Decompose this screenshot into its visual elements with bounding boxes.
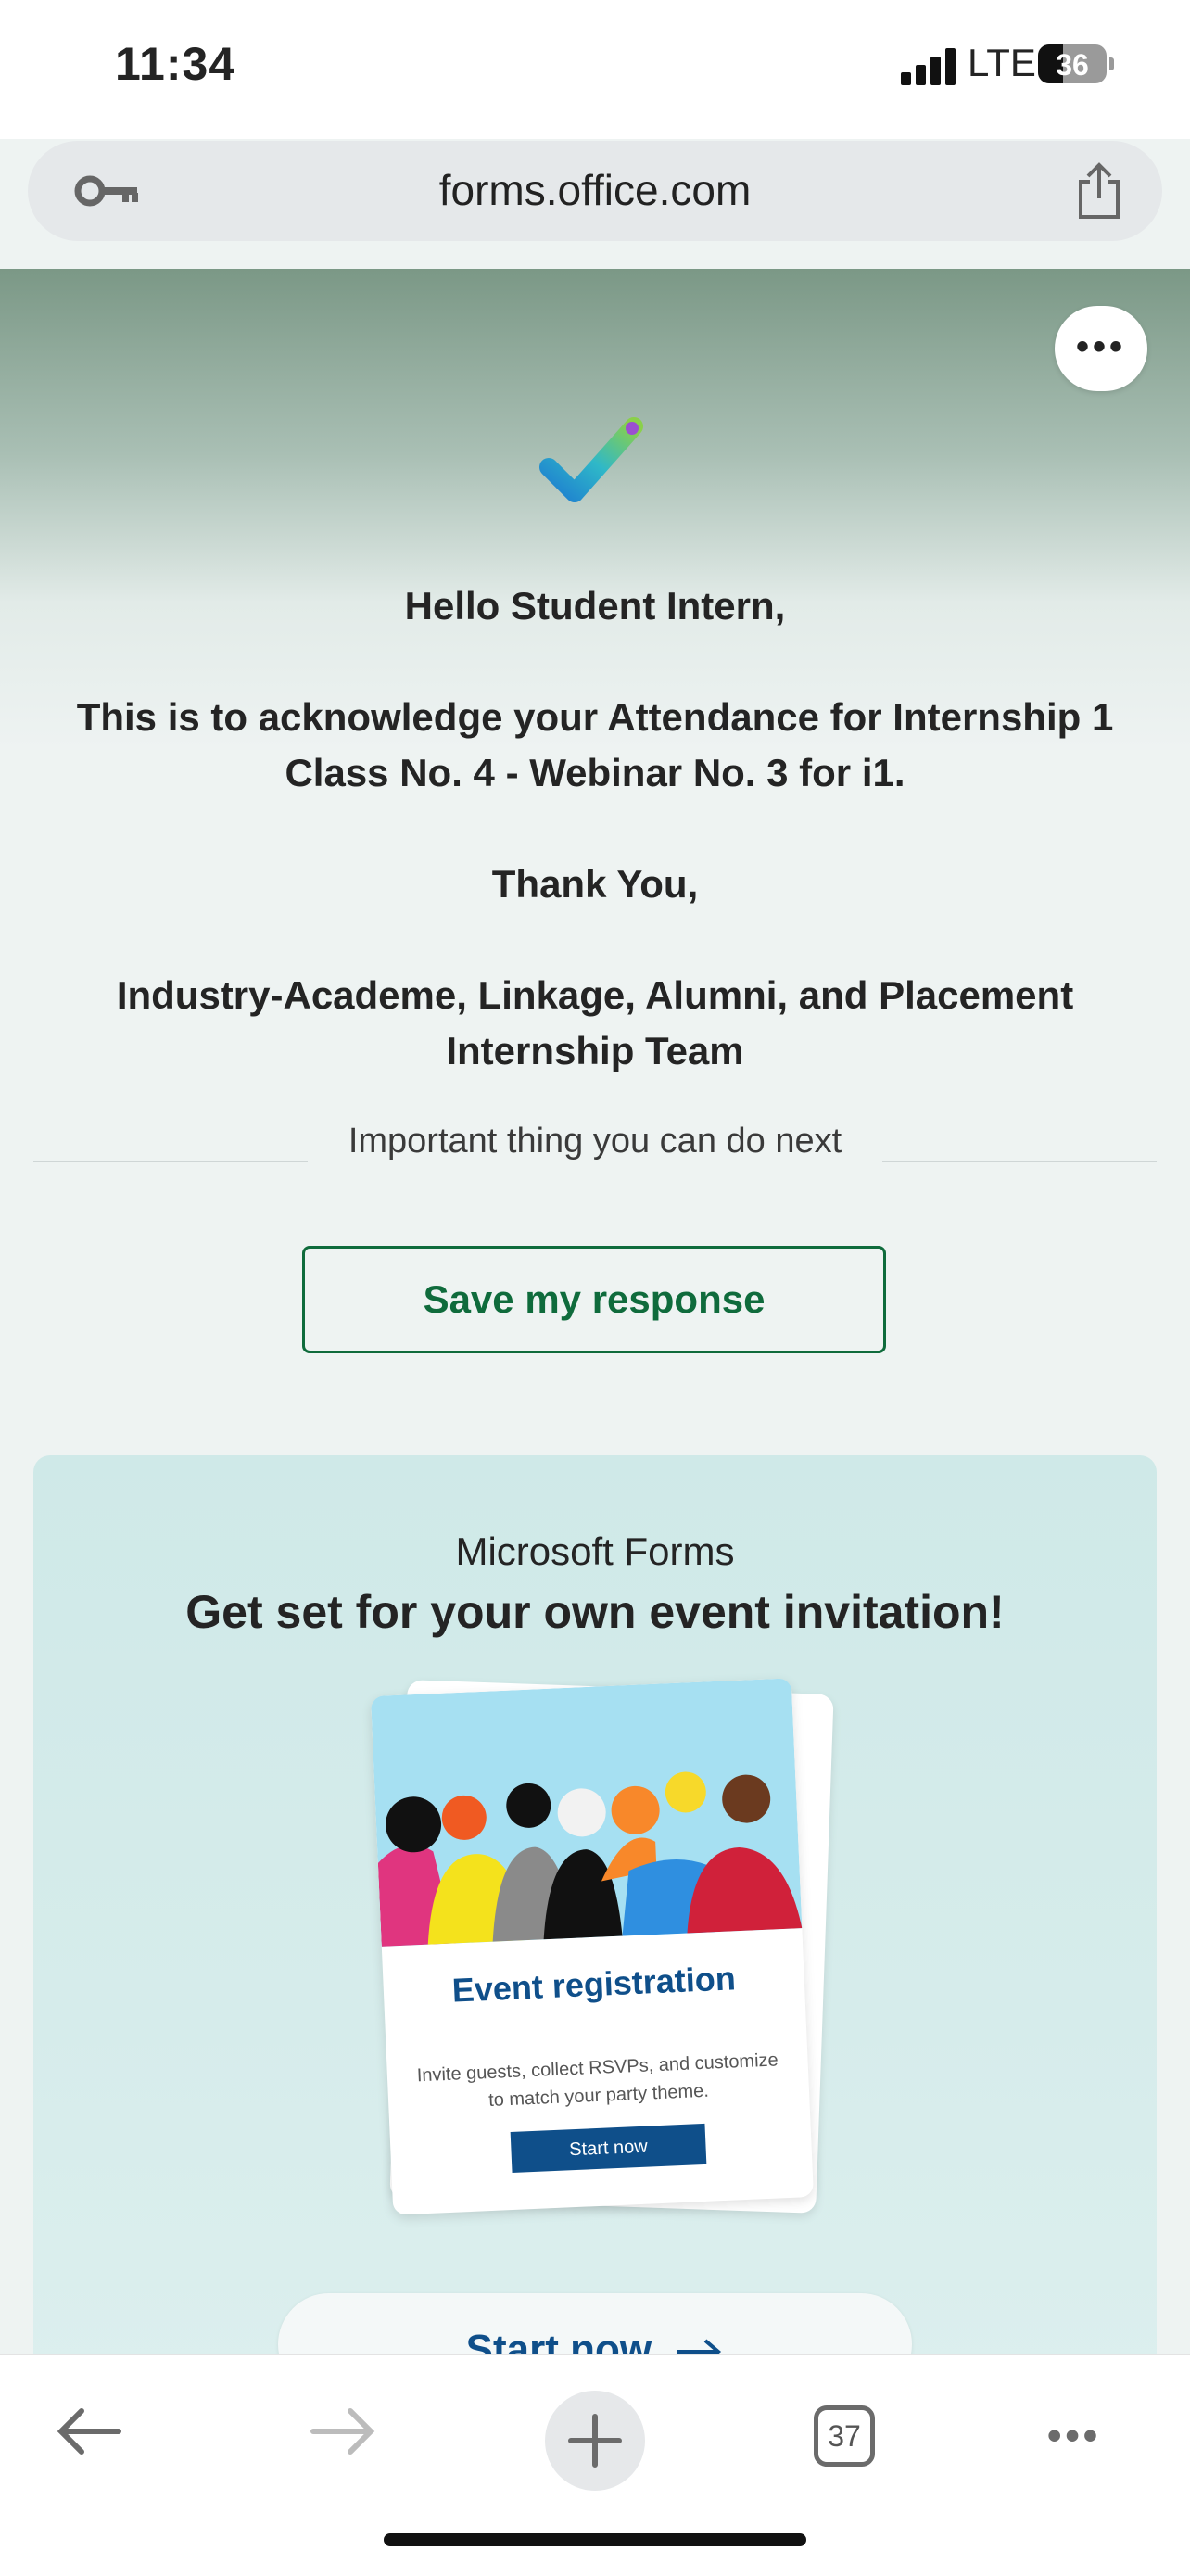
event-registration-card: Event registration Invite guests, collec…: [371, 1678, 814, 2215]
save-response-button[interactable]: Save my response: [302, 1246, 886, 1353]
plus-icon: [568, 2414, 622, 2468]
checkmark-icon: [539, 417, 643, 502]
crowd-illustration: [371, 1678, 803, 1947]
more-icon: •••: [1075, 326, 1126, 367]
battery-percent: 36: [1056, 48, 1089, 82]
home-indicator: [384, 2533, 806, 2546]
battery-icon: 36: [1038, 44, 1107, 83]
team-line-2: Internship Team: [446, 1029, 744, 1072]
divider-right: [882, 1161, 1157, 1162]
status-time: 11:34: [115, 38, 236, 90]
team-line-1: Industry-Academe, Linkage, Alumni, and P…: [116, 973, 1074, 1017]
status-bar: 11:34 LTE 36: [0, 0, 1190, 139]
card-title: Event registration: [450, 1959, 737, 2010]
tabs-icon[interactable]: 37: [814, 2405, 875, 2467]
ack-line-1: This is to acknowledge your Attendance f…: [76, 695, 1114, 739]
card-description: Invite guests, collect RSVPs, and custom…: [405, 2046, 791, 2118]
new-tab-button[interactable]: [545, 2391, 645, 2491]
share-icon[interactable]: [1073, 161, 1125, 221]
menu-more-button[interactable]: •••: [1047, 2413, 1101, 2459]
promo-title: Get set for your own event invitation!: [185, 1586, 1005, 1638]
greeting-text: Hello Student Intern,: [404, 584, 786, 628]
ack-line-2: Class No. 4 - Webinar No. 3 for i1.: [285, 751, 905, 794]
card-start-button: Start now: [510, 2123, 707, 2174]
signal-icon: [901, 46, 958, 85]
address-bar[interactable]: forms.office.com: [28, 141, 1162, 241]
promo-brand: Microsoft Forms: [455, 1529, 735, 1573]
battery-tip: [1109, 57, 1114, 70]
back-icon[interactable]: [52, 2404, 126, 2459]
more-options-button[interactable]: •••: [1055, 306, 1147, 391]
thanks-text: Thank You,: [491, 862, 699, 906]
next-steps-label: Important thing you can do next: [348, 1122, 842, 1161]
forward-icon[interactable]: [306, 2404, 380, 2459]
url-text[interactable]: forms.office.com: [28, 165, 1162, 215]
network-label: LTE: [968, 41, 1036, 84]
